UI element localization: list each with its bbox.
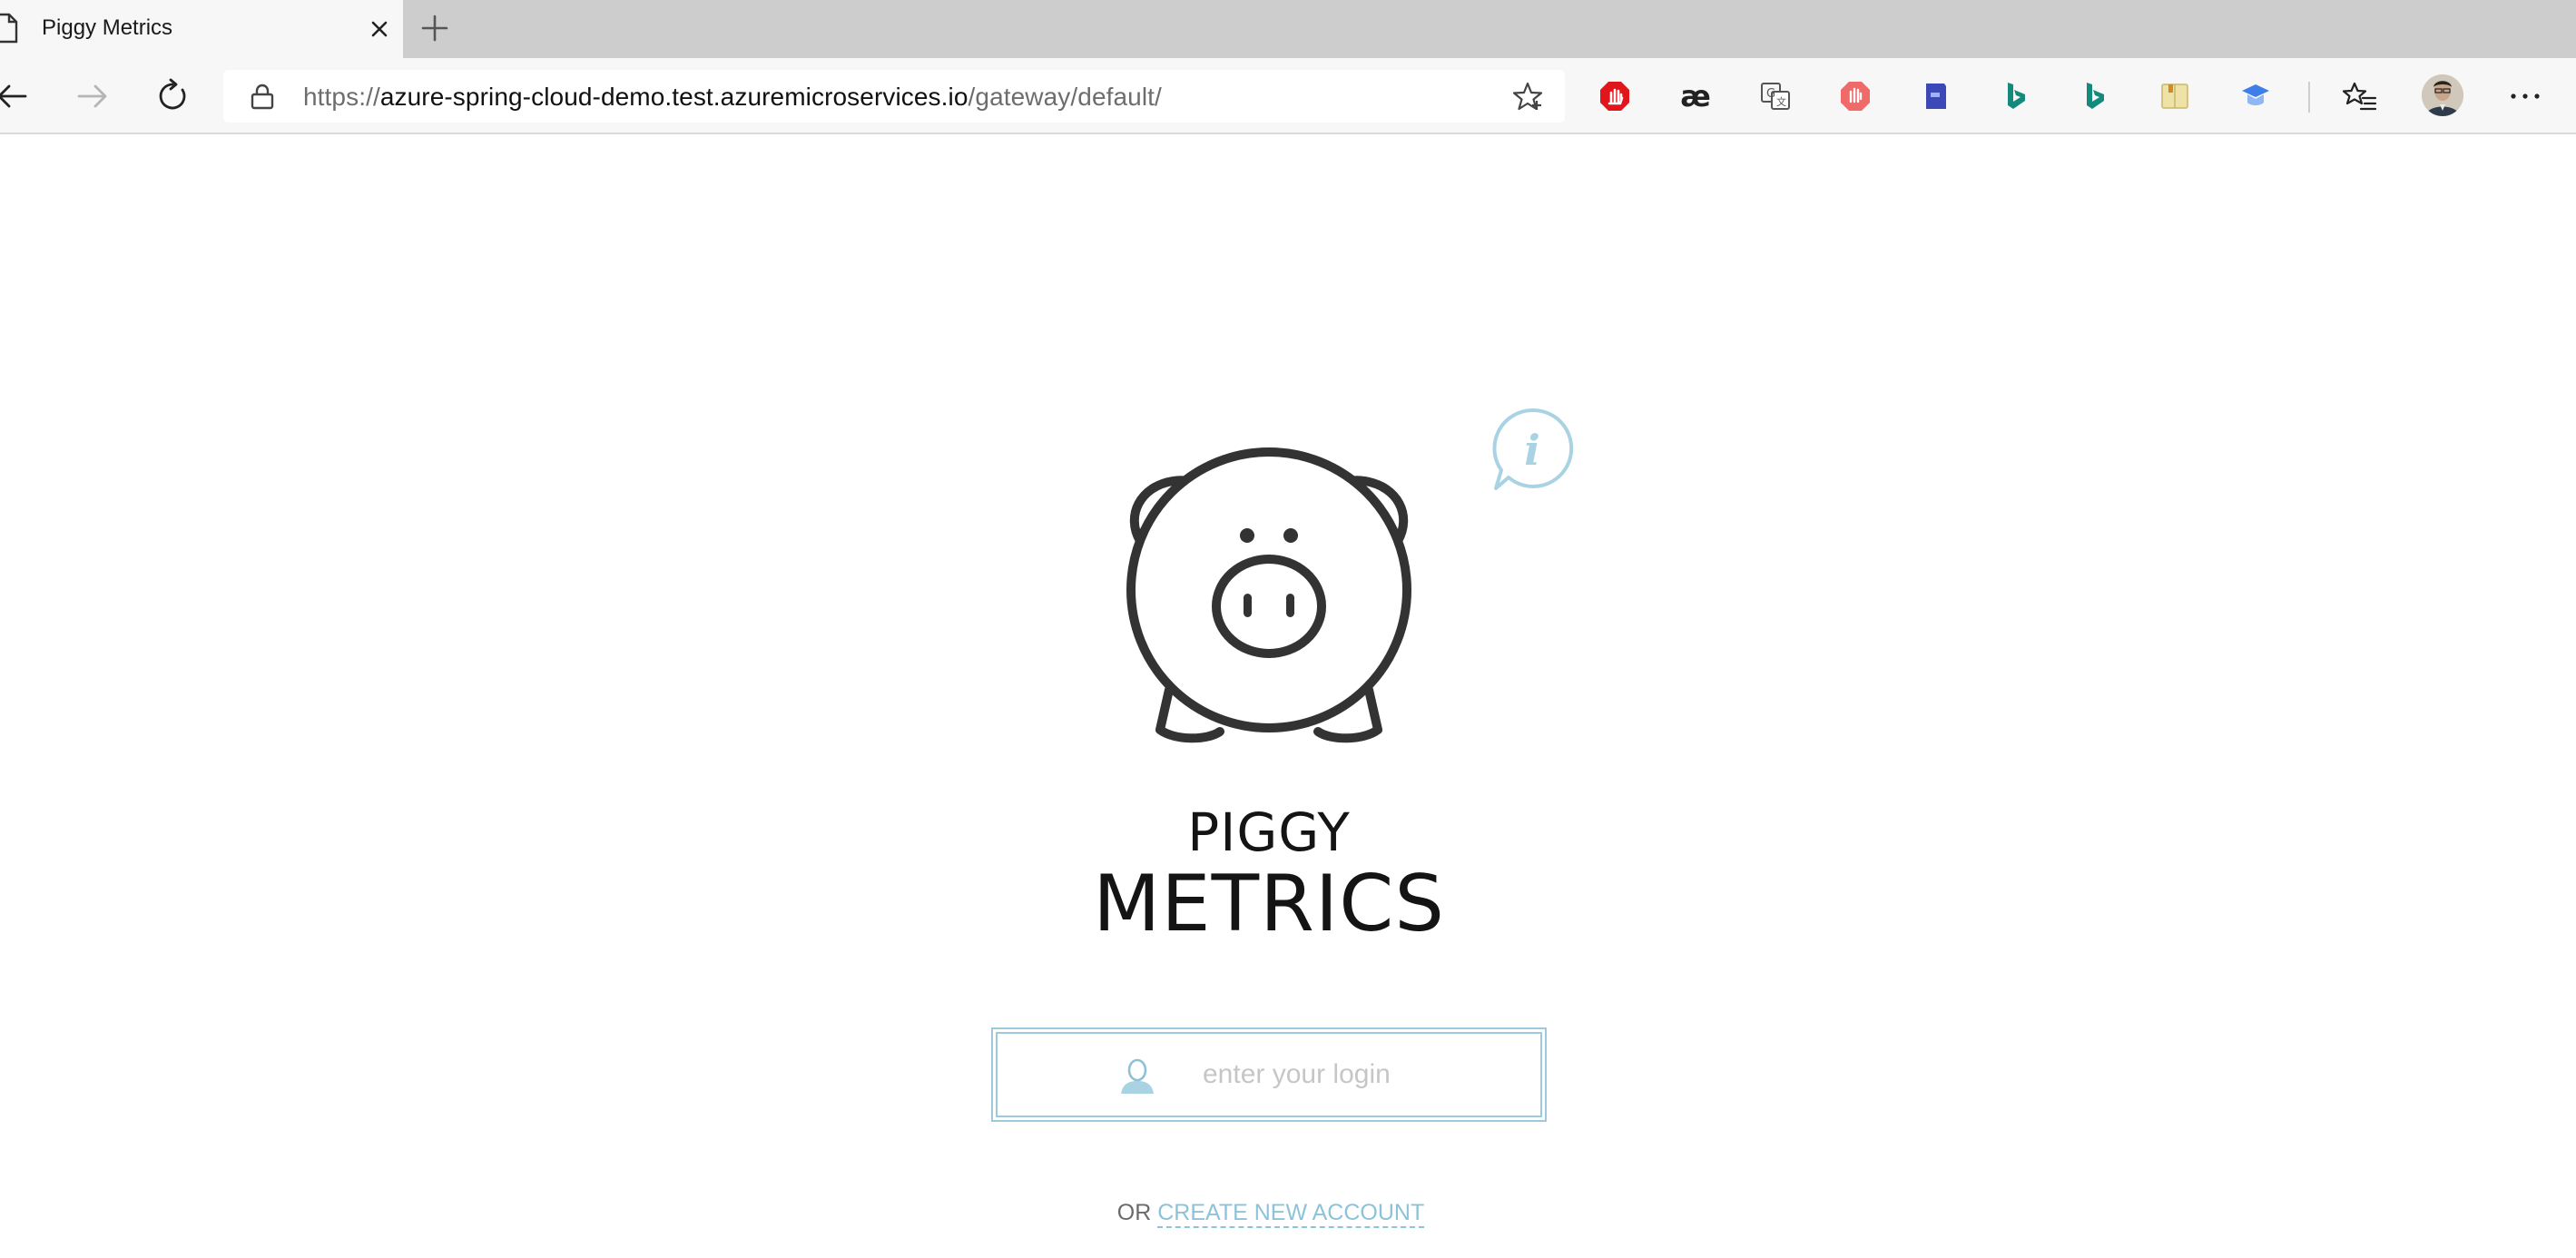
favorite-star-icon[interactable] bbox=[1512, 81, 1543, 112]
toolbar-separator bbox=[2308, 82, 2310, 113]
user-icon bbox=[1121, 1058, 1154, 1094]
create-account-link[interactable]: CREATE NEW ACCOUNT bbox=[1157, 1200, 1425, 1228]
tab-title: Piggy Metrics bbox=[42, 15, 173, 40]
url-path: /gateway/default/ bbox=[968, 83, 1162, 111]
browser-tab[interactable]: Piggy Metrics bbox=[0, 0, 403, 58]
piggy-logo-icon bbox=[1126, 447, 1411, 743]
browser-toolbar: https://azure-spring-cloud-demo.test.azu… bbox=[0, 58, 2576, 134]
reader-notes-icon[interactable] bbox=[2157, 78, 2193, 114]
or-label: OR bbox=[1116, 1200, 1152, 1225]
login-field[interactable] bbox=[996, 1032, 1542, 1117]
brand-wordmark: PIGGY METRICS bbox=[1044, 804, 1494, 948]
address-bar[interactable]: https://azure-spring-cloud-demo.test.azu… bbox=[223, 70, 1565, 123]
adblock-icon[interactable] bbox=[1597, 78, 1633, 114]
brand-top: PIGGY bbox=[1187, 801, 1351, 863]
lock-icon[interactable] bbox=[249, 83, 276, 110]
svg-text:G: G bbox=[1766, 87, 1775, 101]
info-glyph: i bbox=[1524, 426, 1539, 475]
close-icon[interactable] bbox=[367, 16, 392, 42]
create-account-row: OR CREATE NEW ACCOUNT bbox=[926, 1200, 1616, 1228]
forward-arrow-icon[interactable] bbox=[74, 78, 111, 114]
info-bubble-icon[interactable]: i bbox=[1489, 405, 1576, 496]
shield-graduation-icon[interactable] bbox=[2237, 78, 2274, 114]
bookmark-book-icon[interactable] bbox=[1918, 78, 1954, 114]
tab-strip: Piggy Metrics bbox=[0, 0, 2576, 58]
bing-icon[interactable] bbox=[2077, 78, 2113, 114]
ae-ligature-icon[interactable]: æ bbox=[1677, 78, 1714, 114]
back-arrow-icon[interactable] bbox=[0, 78, 31, 114]
more-options-icon[interactable] bbox=[2505, 78, 2545, 114]
stop-hand-icon[interactable] bbox=[1837, 78, 1873, 114]
page-icon bbox=[0, 13, 18, 44]
avatar[interactable] bbox=[2422, 74, 2463, 116]
url-host: azure-spring-cloud-demo.test.azuremicros… bbox=[379, 83, 968, 111]
refresh-icon[interactable] bbox=[154, 78, 191, 114]
brand-bottom: METRICS bbox=[1093, 859, 1445, 949]
translate-icon[interactable]: G文 bbox=[1757, 78, 1794, 114]
new-tab-icon[interactable] bbox=[419, 13, 450, 44]
url-scheme: https:// bbox=[303, 83, 380, 111]
bing-icon[interactable] bbox=[1998, 78, 2034, 114]
login-input[interactable] bbox=[1203, 1054, 1511, 1096]
url-text[interactable]: https://azure-spring-cloud-demo.test.azu… bbox=[303, 83, 1162, 112]
favorites-list-icon[interactable] bbox=[2342, 78, 2378, 114]
login-field-frame bbox=[991, 1027, 1547, 1122]
svg-text:文: 文 bbox=[1776, 95, 1786, 108]
